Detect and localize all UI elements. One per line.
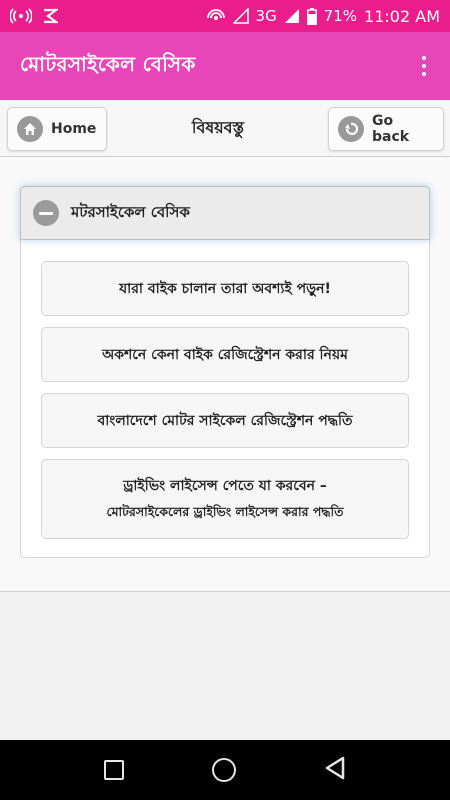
notification-icon <box>42 8 58 24</box>
collapsible-section: মটরসাইকেল বেসিক যারা বাইক চালান তারা অবশ… <box>20 186 430 558</box>
article-list: যারা বাইক চালান তারা অবশ্যই পড়ুন! অকশনে… <box>41 261 409 550</box>
list-item[interactable]: ড্রাইভিং লাইসেন্স পেতে যা করবেন – মোটরসা… <box>41 459 409 539</box>
toolbar: Home বিষয়বস্তু Go back <box>0 100 450 157</box>
signal-bars-icon <box>284 8 300 24</box>
status-bar: 3G 71% 11:02 AM <box>0 0 450 32</box>
empty-footer <box>0 592 450 740</box>
section-title: মটরসাইকেল বেসিক <box>71 202 190 221</box>
list-item-sublabel: মোটরসাইকেলের ড্রাইভিং লাইসেন্স করার পদ্ধ… <box>106 504 344 519</box>
wifi-icon <box>206 8 226 24</box>
list-item-label: অকশনে কেনা বাইক রেজিস্ট্রেশন করার নিয়ম <box>102 346 348 363</box>
list-item-label: যারা বাইক চালান তারা অবশ্যই পড়ুন! <box>119 280 331 297</box>
battery-percent: 71% <box>323 7 358 25</box>
home-circle-icon[interactable] <box>212 758 236 782</box>
go-back-label: Go back <box>372 113 410 145</box>
list-item[interactable]: যারা বাইক চালান তারা অবশ্যই পড়ুন! <box>41 261 409 316</box>
go-back-button[interactable]: Go back <box>328 107 444 151</box>
home-button-label: Home <box>51 121 97 137</box>
back-triangle-icon[interactable] <box>324 756 346 784</box>
battery-icon <box>306 7 317 25</box>
list-item[interactable]: অকশনে কেনা বাইক রেজিস্ট্রেশন করার নিয়ম <box>41 327 409 382</box>
signal-icon <box>232 8 249 24</box>
list-item[interactable]: বাংলাদেশে মোটর সাইকেল রেজিস্ট্রেশন পদ্ধত… <box>41 393 409 448</box>
recents-icon[interactable] <box>104 760 124 780</box>
back-arrow-icon <box>338 116 364 142</box>
clock: 11:02 AM <box>364 6 440 26</box>
system-nav-bar <box>0 740 450 800</box>
list-item-label: ড্রাইভিং লাইসেন্স পেতে যা করবেন – <box>123 478 327 494</box>
content-area: মটরসাইকেল বেসিক যারা বাইক চালান তারা অবশ… <box>0 157 450 592</box>
overflow-menu-icon[interactable] <box>418 50 430 82</box>
hotspot-icon <box>10 8 32 24</box>
home-button[interactable]: Home <box>7 107 107 151</box>
home-icon <box>17 116 43 142</box>
section-header[interactable]: মটরসাইকেল বেসিক <box>20 186 430 240</box>
network-type: 3G <box>255 7 277 25</box>
app-title: মোটরসাইকেল বেসিক <box>20 51 196 76</box>
app-bar: মোটরসাইকেল বেসিক <box>0 32 450 100</box>
minus-icon <box>33 200 59 226</box>
page-title: বিষয়বস্তু <box>191 118 245 137</box>
list-item-label: বাংলাদেশে মোটর সাইকেল রেজিস্ট্রেশন পদ্ধত… <box>97 412 353 429</box>
